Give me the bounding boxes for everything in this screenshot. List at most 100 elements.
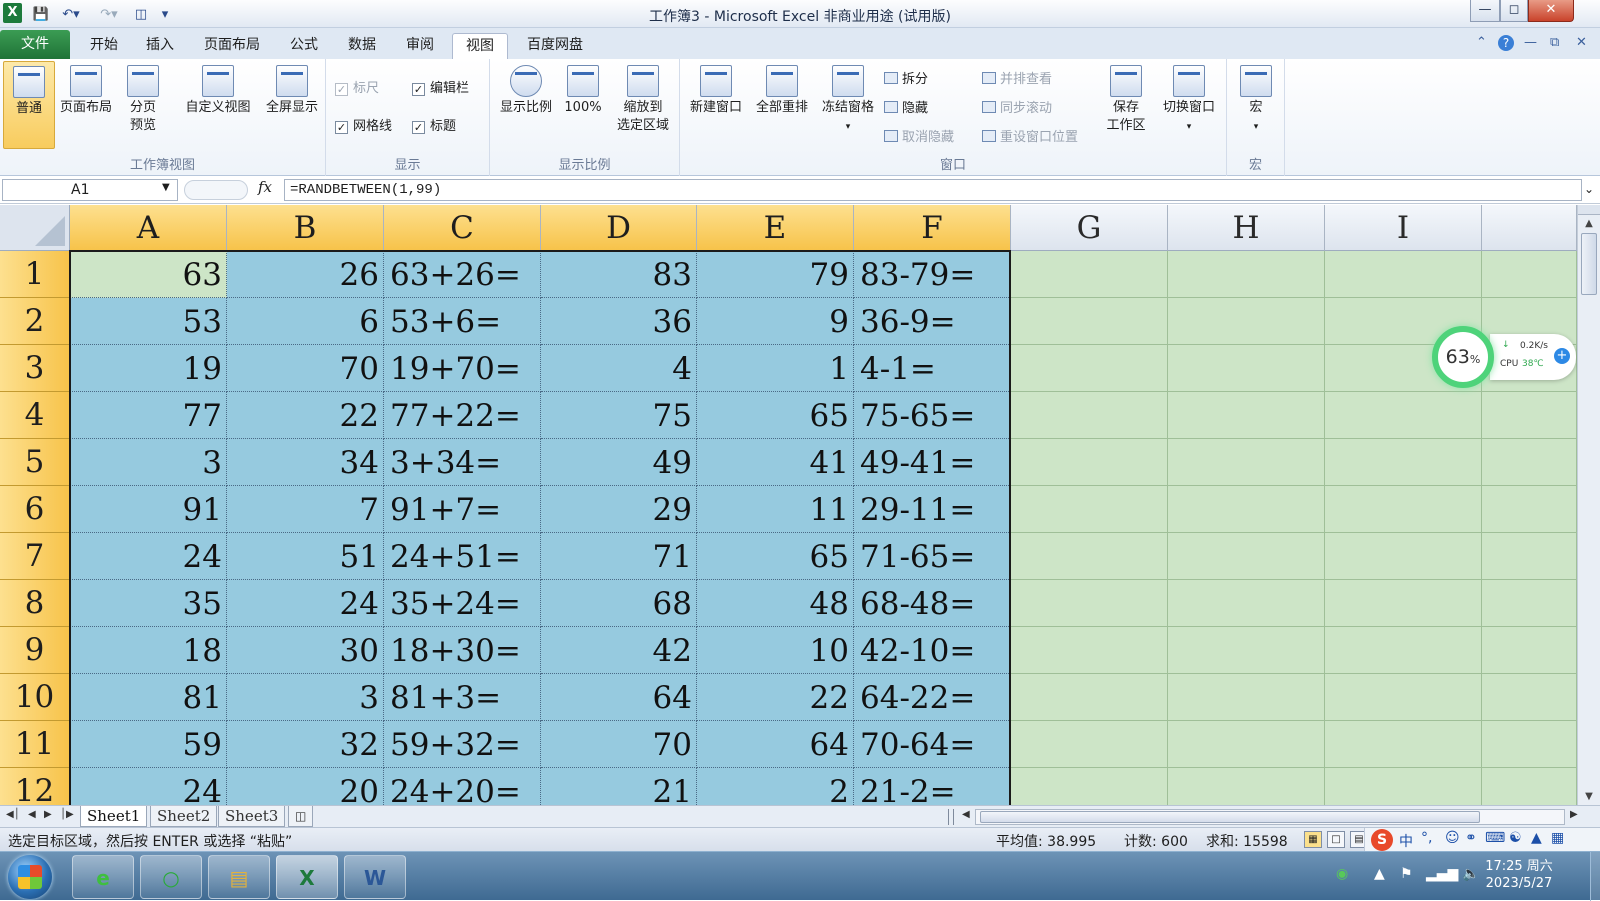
headings-checkbox[interactable]: ✓ 标题 (412, 115, 456, 134)
workbook-close-icon[interactable]: ✕ (1576, 35, 1587, 50)
column-header-h[interactable]: H (1168, 205, 1325, 251)
cell-empty[interactable] (1325, 392, 1482, 439)
tab-page-layout[interactable]: 页面布局 (196, 33, 268, 59)
cell-empty[interactable] (1325, 768, 1482, 805)
cell-empty[interactable] (1325, 580, 1482, 627)
cell-empty[interactable] (1168, 674, 1325, 721)
zoom-to-selection-button[interactable]: 缩放到 选定区域 (608, 61, 678, 149)
column-header-partial[interactable] (1482, 205, 1577, 251)
formula-bar-resize-handle[interactable] (184, 180, 248, 200)
cell-c7[interactable]: 24+51= (384, 533, 541, 580)
prev-sheet-icon[interactable]: ◀ (28, 809, 36, 820)
gridlines-checkbox[interactable]: ✓ 网格线 (335, 115, 392, 134)
cell-f6[interactable]: 29-11= (854, 486, 1011, 533)
cell-d1[interactable]: 83 (541, 251, 697, 298)
cell-a5[interactable]: 3 (70, 439, 227, 486)
column-header-f[interactable]: F (854, 205, 1011, 251)
cell-b2[interactable]: 6 (227, 298, 384, 345)
hide-button[interactable]: 隐藏 (884, 97, 928, 116)
split-box-handle[interactable] (1578, 205, 1600, 215)
freeze-panes-button[interactable]: 冻结窗格 ▾ (816, 61, 880, 149)
cell-c9[interactable]: 18+30= (384, 627, 541, 674)
cell-empty[interactable] (1482, 674, 1577, 721)
cell-b10[interactable]: 3 (227, 674, 384, 721)
first-sheet-icon[interactable]: ◀│ (6, 809, 20, 820)
cell-b8[interactable]: 24 (227, 580, 384, 627)
zoom-button[interactable]: 显示比例 (494, 61, 558, 149)
row-header-5[interactable]: 5 (0, 439, 70, 486)
page-layout-status-icon[interactable]: □ (1327, 831, 1345, 848)
cell-empty[interactable] (1168, 533, 1325, 580)
page-break-preview-button[interactable]: 分页 预览 (118, 61, 168, 149)
scroll-down-arrow-icon[interactable]: ▼ (1578, 791, 1600, 802)
horizontal-scrollbar[interactable] (975, 809, 1565, 825)
formula-input[interactable]: =RANDBETWEEN(1,99) (284, 179, 1582, 201)
cell-empty[interactable] (1482, 533, 1577, 580)
tab-file[interactable]: 文件 (0, 30, 70, 59)
column-header-e[interactable]: E (697, 205, 854, 251)
sync-scroll-button[interactable]: 同步滚动 (982, 97, 1052, 116)
cell-a9[interactable]: 18 (70, 627, 227, 674)
cell-e7[interactable]: 65 (697, 533, 854, 580)
row-header-6[interactable]: 6 (0, 486, 70, 533)
expand-formula-bar-icon[interactable]: ⌄ (1584, 182, 1594, 196)
cell-a11[interactable]: 59 (70, 721, 227, 768)
cell-empty[interactable] (1482, 486, 1577, 533)
next-sheet-icon[interactable]: ▶ (44, 809, 52, 820)
keyboard-icon[interactable]: ⌨ (1485, 830, 1505, 846)
cell-c11[interactable]: 59+32= (384, 721, 541, 768)
toolbox-icon[interactable]: ▦ (1551, 830, 1564, 846)
horizontal-scroll-thumb[interactable] (980, 811, 1480, 823)
cell-empty[interactable] (1482, 580, 1577, 627)
cell-empty[interactable] (1011, 721, 1168, 768)
cell-c2[interactable]: 53+6= (384, 298, 541, 345)
row-header-3[interactable]: 3 (0, 345, 70, 392)
cell-empty[interactable] (1168, 580, 1325, 627)
cell-d8[interactable]: 68 (541, 580, 697, 627)
cell-a4[interactable]: 77 (70, 392, 227, 439)
cell-empty[interactable] (1168, 298, 1325, 345)
unhide-button[interactable]: 取消隐藏 (884, 126, 954, 145)
zoom-100-button[interactable]: 100% (558, 61, 608, 149)
vertical-scrollbar[interactable]: ▲ ▼ (1577, 205, 1600, 805)
tab-home[interactable]: 开始 (82, 33, 126, 59)
row-header-12[interactable]: 12 (0, 768, 70, 805)
row-header-11[interactable]: 11 (0, 721, 70, 768)
cell-a12[interactable]: 24 (70, 768, 227, 805)
row-header-2[interactable]: 2 (0, 298, 70, 345)
cell-c12[interactable]: 24+20= (384, 768, 541, 805)
vertical-scroll-thumb[interactable] (1581, 233, 1597, 295)
cell-d7[interactable]: 71 (541, 533, 697, 580)
system-clock[interactable]: 17:25 周六 2023/5/27 (1464, 858, 1574, 892)
explorer-taskbar-button[interactable]: ▤ (208, 855, 270, 899)
signal-icon[interactable]: ▂▄▆ (1426, 866, 1458, 882)
punctuation-icon[interactable]: °, (1421, 830, 1432, 846)
cell-empty[interactable] (1482, 392, 1577, 439)
ribbon-collapse-icon[interactable]: ⌃ (1476, 35, 1487, 50)
cell-b11[interactable]: 32 (227, 721, 384, 768)
cell-empty[interactable] (1325, 486, 1482, 533)
network-tray-icon[interactable]: ◉ (1336, 866, 1348, 882)
column-header-a[interactable]: A (70, 205, 227, 251)
cell-b9[interactable]: 30 (227, 627, 384, 674)
cell-d12[interactable]: 21 (541, 768, 697, 805)
cell-empty[interactable] (1011, 345, 1168, 392)
insert-sheet-icon[interactable]: ◫ (288, 806, 314, 827)
cell-empty[interactable] (1168, 486, 1325, 533)
user-icon[interactable]: ☯ (1509, 830, 1522, 846)
formula-bar-checkbox[interactable]: ✓ 编辑栏 (412, 77, 469, 96)
cell-b4[interactable]: 22 (227, 392, 384, 439)
cell-empty[interactable] (1168, 721, 1325, 768)
cell-empty[interactable] (1325, 439, 1482, 486)
cell-f5[interactable]: 49-41= (854, 439, 1011, 486)
cell-empty[interactable] (1168, 627, 1325, 674)
cell-c10[interactable]: 81+3= (384, 674, 541, 721)
view-side-by-side-button[interactable]: 并排查看 (982, 68, 1052, 87)
row-header-4[interactable]: 4 (0, 392, 70, 439)
cell-c8[interactable]: 35+24= (384, 580, 541, 627)
arrange-all-button[interactable]: 全部重排 (750, 61, 814, 149)
cell-b5[interactable]: 34 (227, 439, 384, 486)
ie-taskbar-button[interactable]: e (72, 855, 134, 899)
voice-icon[interactable]: ⚭ (1465, 830, 1477, 846)
cell-empty[interactable] (1011, 533, 1168, 580)
